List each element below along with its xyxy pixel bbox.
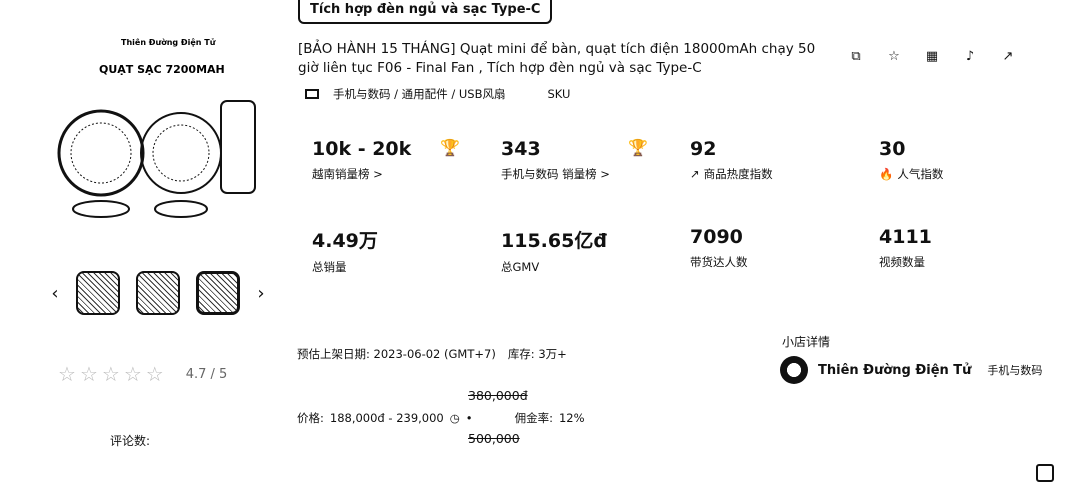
thumbnail[interactable] — [76, 271, 120, 315]
favorite-icon[interactable]: ☆ — [886, 48, 902, 64]
chevron-right-icon[interactable]: › — [256, 283, 266, 304]
tiktok-icon[interactable]: ♪ — [962, 48, 978, 64]
product-gallery: Thiên Đường Điện Tử QUẠT SẠC 7200MAH ‹ › — [50, 30, 270, 315]
thumbnail[interactable] — [136, 271, 180, 315]
listing-date-value: 2023-06-02 (GMT+7) — [373, 347, 496, 361]
thumbnail-strip: ‹ › — [50, 268, 270, 318]
old-price-top: 380,000đ — [468, 388, 528, 403]
qr-icon[interactable]: ▦ — [924, 48, 940, 64]
translate-icon[interactable]: ⧉ — [848, 48, 864, 64]
shop-category: 手机与数码 — [987, 364, 1043, 377]
rating-value: 4.7 / 5 — [185, 366, 228, 382]
price-value: 188,000đ - 239,000 — [329, 411, 444, 425]
product-rating: ☆ ☆ ☆ ☆ ☆ 4.7 / 5 — [58, 362, 227, 386]
flag-icon — [305, 89, 319, 99]
clock-icon[interactable]: ◷ — [450, 411, 460, 425]
stat-heat-index: 92 ↗ 商品热度指数 — [690, 138, 773, 181]
stock-label: 库存: — [507, 347, 535, 361]
listing-date-label: 预估上架日期: — [297, 347, 370, 361]
product-main-image[interactable]: Thiên Đường Điện Tử QUẠT SẠC 7200MAH — [50, 30, 270, 230]
shop-card[interactable]: Thiên Đường Điện Tử 手机与数码 — [780, 356, 1042, 384]
star-icon: ☆ — [58, 362, 76, 386]
star-icon: ☆ — [123, 362, 142, 386]
old-price-bottom: 500,000 — [468, 431, 520, 446]
price-row: 价格: 188,000đ - 239,000 ◷ • 佣金率: 12% — [297, 410, 585, 426]
trophy-icon: 🏆 — [628, 138, 648, 157]
feature-banner: Tích hợp đèn ngủ và sạc Type-C — [298, 0, 553, 24]
title-actions: ⧉ ☆ ▦ ♪ ↗ — [848, 48, 1016, 64]
thumbnail-active[interactable] — [196, 271, 240, 315]
dot-icon: • — [465, 411, 473, 425]
shop-name[interactable]: Thiên Đường Điện Tử — [818, 363, 971, 378]
shop-details-header: 小店详情 — [782, 335, 831, 349]
commission-value: 12% — [558, 411, 585, 425]
star-icon: ☆ — [79, 362, 98, 386]
image-brand-text: Thiên Đường Điện Tử — [121, 37, 216, 47]
sku-label[interactable]: SKU — [547, 87, 570, 101]
open-link-icon[interactable]: ↗ — [1000, 48, 1016, 64]
commission-label: 佣金率: — [514, 411, 553, 425]
price-label: 价格: — [297, 411, 324, 425]
listing-info: 预估上架日期: 2023-06-02 (GMT+7) 库存: 3万+ — [297, 346, 567, 362]
stat-videos: 4111 视频数量 — [879, 226, 932, 269]
stat-total-sales: 4.49万 总销量 — [312, 230, 378, 274]
stat-total-gmv: 115.65亿đ 总GMV — [501, 230, 607, 274]
stat-popularity: 30 🔥 人气指数 — [879, 138, 944, 181]
trend-icon: ↗ — [690, 167, 700, 181]
star-icon: ☆ — [145, 362, 164, 386]
image-headline-text: QUẠT SẠC 7200MAH — [99, 63, 225, 76]
fire-icon: 🔥 — [879, 167, 894, 181]
chevron-left-icon[interactable]: ‹ — [50, 283, 60, 304]
star-icon: ☆ — [101, 362, 120, 386]
reviews-label: 评论数: — [110, 434, 151, 448]
trophy-icon: 🏆 — [440, 138, 460, 157]
document-icon[interactable] — [1036, 464, 1054, 482]
category-row: 手机与数码 / 通用配件 / USB风扇 SKU — [305, 86, 570, 102]
stock-value: 3万+ — [538, 347, 567, 361]
category-path[interactable]: 手机与数码 / 通用配件 / USB风扇 — [333, 86, 505, 102]
avatar — [780, 356, 808, 384]
stat-creators: 7090 带货达人数 — [690, 226, 748, 269]
product-title: [BẢO HÀNH 15 THÁNG] Quạt mini để bàn, qu… — [298, 41, 816, 76]
